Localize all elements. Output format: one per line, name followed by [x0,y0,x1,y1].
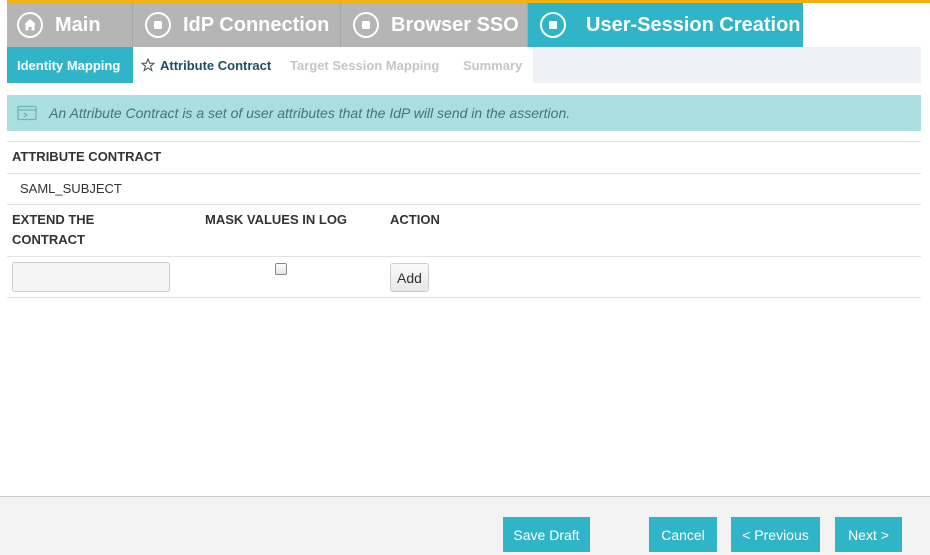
tab-user-session-creation-label: User-Session Creation [586,13,801,36]
info-banner-text: An Attribute Contract is a set of user a… [49,105,571,121]
tab-idp-connection-label: IdP Connection [183,13,330,36]
next-button[interactable]: Next > [835,517,902,552]
divider [7,204,921,205]
tab-main-label: Main [55,13,101,36]
stop-circle-icon [353,12,379,38]
attribute-contract-header: ATTRIBUTE CONTRACT [12,149,162,164]
subtab-target-session-mapping-label: Target Session Mapping [290,57,440,73]
tab-browser-sso[interactable]: Browser SSO [341,3,528,47]
subtab-summary-label: Summary [463,57,523,73]
subtab-target-session-mapping[interactable]: Target Session Mapping [283,47,455,83]
sub-tab-bar: Identity Mapping Attribute Contract Targ… [7,47,921,83]
subtab-identity-mapping-label: Identity Mapping [17,57,121,73]
info-icon [17,105,37,121]
divider [7,173,921,174]
subtab-attribute-contract-label: Attribute Contract [160,57,272,73]
divider [7,256,921,257]
tab-idp-connection[interactable]: IdP Connection [133,3,341,47]
home-icon [17,12,43,38]
info-banner: An Attribute Contract is a set of user a… [7,95,921,131]
column-header-action: ACTION [390,212,440,227]
stop-circle-icon [145,12,171,38]
save-draft-button[interactable]: Save Draft [503,517,590,552]
cancel-button[interactable]: Cancel [649,517,717,552]
subtab-attribute-contract[interactable]: Attribute Contract [133,47,283,83]
extend-contract-input[interactable] [12,262,170,292]
divider [7,297,921,298]
stop-circle-icon [540,12,566,38]
add-attribute-button[interactable]: Add [390,263,429,292]
tab-browser-sso-label: Browser SSO [391,13,519,36]
attribute-contract-item: SAML_SUBJECT [20,181,122,196]
subtab-identity-mapping[interactable]: Identity Mapping [7,47,133,83]
mask-values-checkbox[interactable] [275,263,287,275]
star-icon [141,58,155,72]
divider [7,141,921,142]
wizard-tab-bar: Main IdP Connection Browser SSO User-Ses… [7,0,930,47]
column-header-extend-contract: EXTEND THE CONTRACT [12,212,95,247]
column-header-mask-values: MASK VALUES IN LOG [205,212,348,227]
previous-button[interactable]: < Previous [731,517,820,552]
subtab-summary[interactable]: Summary [455,47,533,83]
tab-main[interactable]: Main [7,3,133,47]
tab-user-session-creation[interactable]: User-Session Creation [528,3,803,47]
